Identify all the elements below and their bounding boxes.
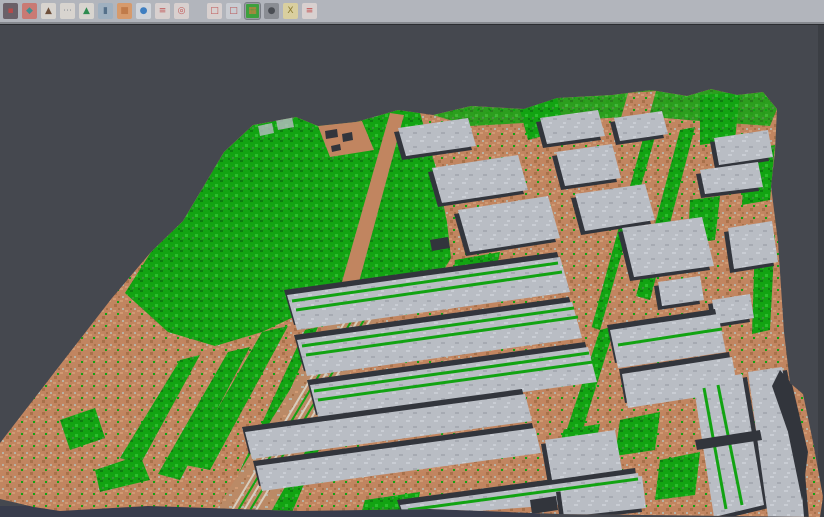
export-icon[interactable]: X (283, 3, 298, 19)
clip-region-icon[interactable]: □ (226, 3, 241, 19)
globe-view-icon[interactable]: ● (136, 3, 151, 19)
surface-model-icon[interactable]: ▲ (79, 3, 94, 19)
orthophoto-icon[interactable]: ■ (117, 3, 132, 19)
main-toolbar: ▪◆▲⋯▲▮■●≡◎□□▦●X≡ (0, 0, 824, 24)
import-data-icon[interactable]: ◆ (22, 3, 37, 19)
application-window: ▪◆▲⋯▲▮■●≡◎□□▦●X≡ (0, 0, 824, 517)
point-cloud-icon[interactable]: ⋯ (60, 3, 75, 19)
profile-view-icon[interactable]: ▮ (98, 3, 113, 19)
report-icon[interactable]: ≡ (302, 3, 317, 19)
target-icon[interactable]: ◎ (174, 3, 189, 19)
toolbar-separator (193, 3, 203, 19)
terrain-icon[interactable]: ▲ (41, 3, 56, 19)
mesh-model-icon[interactable]: ● (264, 3, 279, 19)
viewport-3d[interactable] (0, 0, 824, 517)
open-project-icon[interactable]: ▪ (3, 3, 18, 19)
point-cloud-scene[interactable] (0, 0, 824, 517)
classification-icon[interactable]: ▦ (245, 3, 260, 19)
layers-icon[interactable]: ≡ (155, 3, 170, 19)
extent-select-icon[interactable]: □ (207, 3, 222, 19)
